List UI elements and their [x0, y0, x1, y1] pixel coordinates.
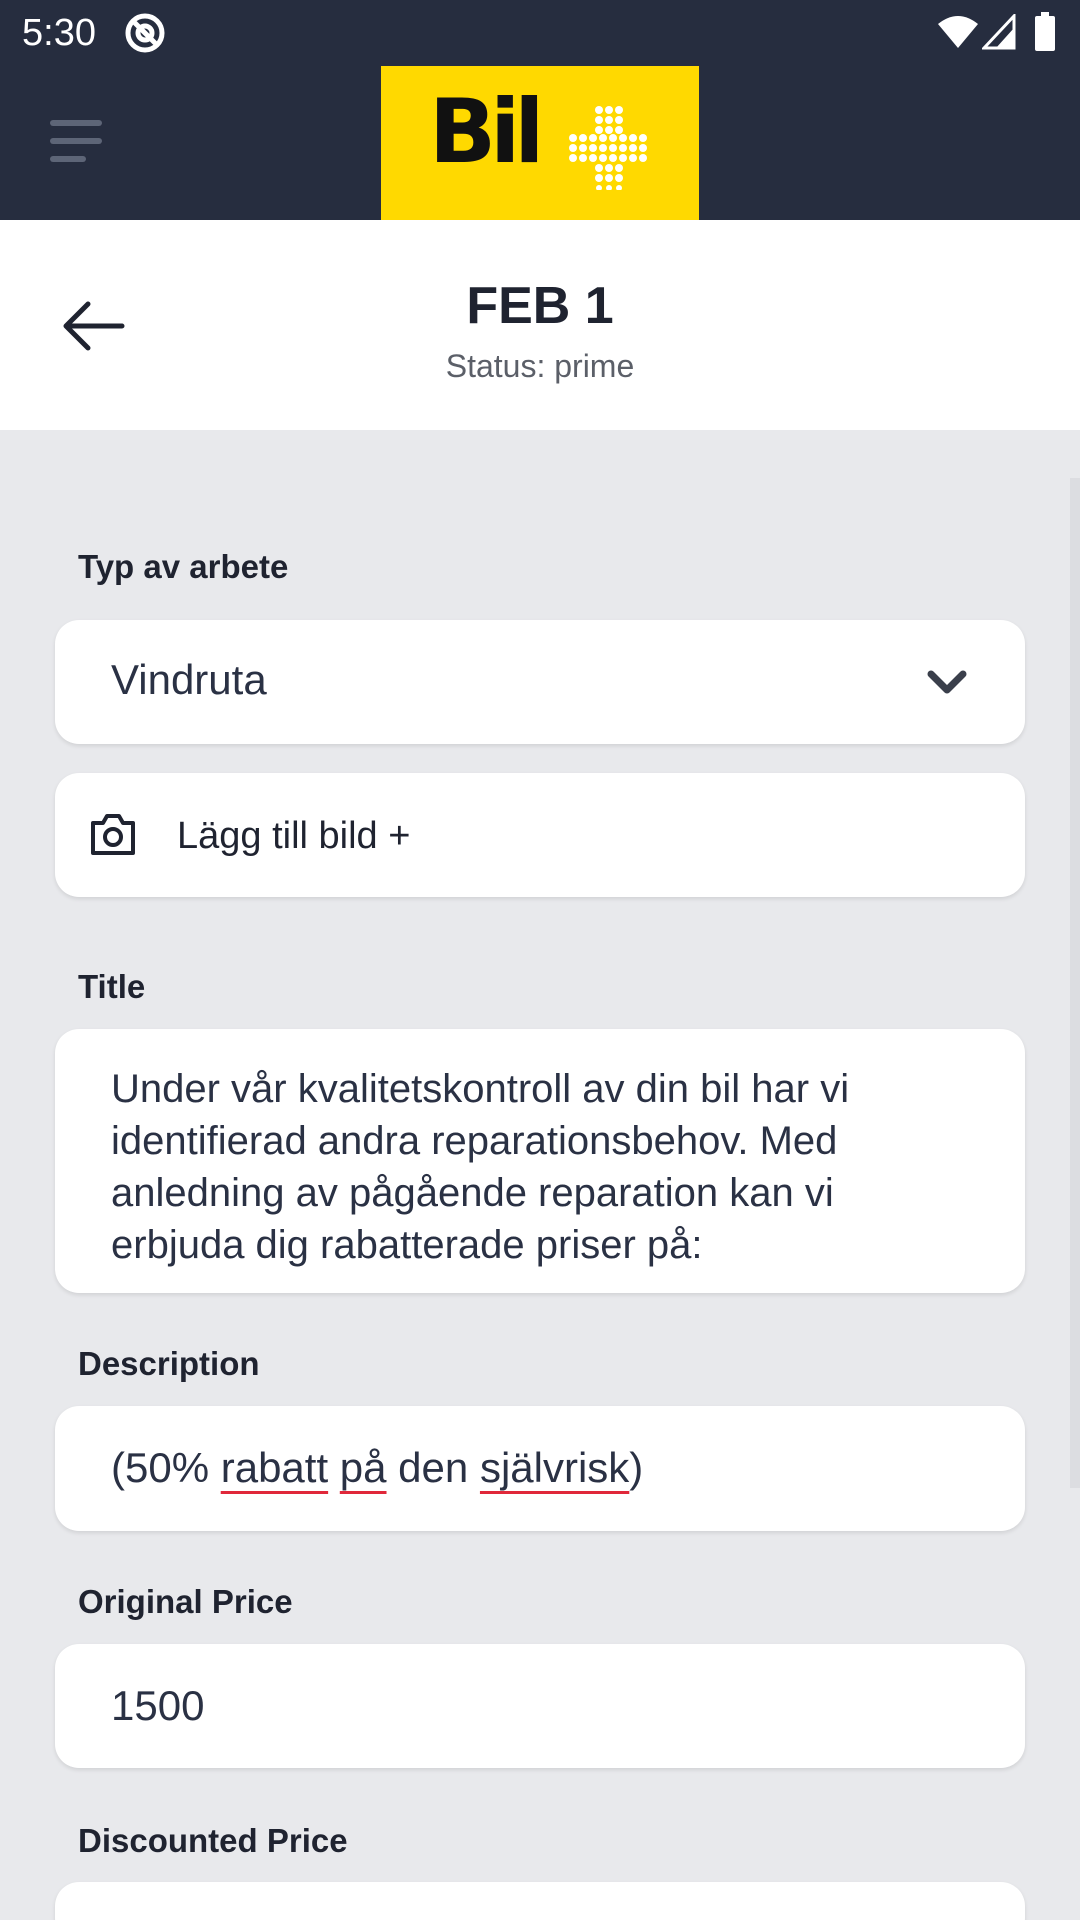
- work-type-select[interactable]: Vindruta: [55, 620, 1025, 744]
- spellcheck-word: rabatt: [220, 1444, 329, 1491]
- title-label: Title: [78, 968, 146, 1005]
- scrollbar[interactable]: [1070, 478, 1080, 1488]
- app-bar: 5:30 Bil: [0, 0, 1080, 220]
- status-text: Status: prime: [445, 348, 635, 384]
- at-sign-icon: [125, 13, 165, 53]
- description-input[interactable]: (50% rabatt på den självrisk): [55, 1406, 1025, 1531]
- discounted-price-input[interactable]: [55, 1882, 1025, 1920]
- hamburger-menu-icon[interactable]: [44, 118, 108, 168]
- spellcheck-word: på: [339, 1444, 387, 1491]
- description-label: Description: [78, 1345, 260, 1382]
- original-price-value: 1500: [111, 1682, 205, 1729]
- add-image-button[interactable]: Lägg till bild +: [55, 773, 1025, 897]
- discounted-price-label: Discounted Price: [78, 1822, 348, 1859]
- logo-wordmark: Bil: [429, 80, 544, 183]
- work-type-label: Typ av arbete: [78, 548, 289, 585]
- wifi-icon: [938, 16, 978, 48]
- status-bar: 5:30: [0, 0, 1080, 66]
- logo-plus-icon: [569, 106, 647, 190]
- spellcheck-word: självrisk: [479, 1444, 630, 1491]
- status-time: 5:30: [22, 12, 96, 54]
- camera-icon: [91, 814, 135, 855]
- page-header: FEB 1 Status: prime: [0, 220, 1080, 430]
- signal-icon: [982, 14, 1016, 50]
- title-textarea[interactable]: Under vår kvalitetskontroll av din bil h…: [55, 1029, 1025, 1293]
- chevron-down-icon: [927, 670, 967, 694]
- original-price-input[interactable]: 1500: [55, 1644, 1025, 1768]
- battery-icon: [1035, 12, 1055, 51]
- page-title: FEB 1: [466, 277, 614, 335]
- description-value: (50% rabatt på den självrisk): [111, 1444, 644, 1491]
- app-logo: Bil: [381, 66, 699, 220]
- work-type-value: Vindruta: [111, 656, 267, 703]
- add-image-label: Lägg till bild +: [177, 815, 411, 857]
- title-value: Under vår kvalitetskontroll av din bil h…: [111, 1067, 850, 1267]
- original-price-label: Original Price: [78, 1583, 293, 1620]
